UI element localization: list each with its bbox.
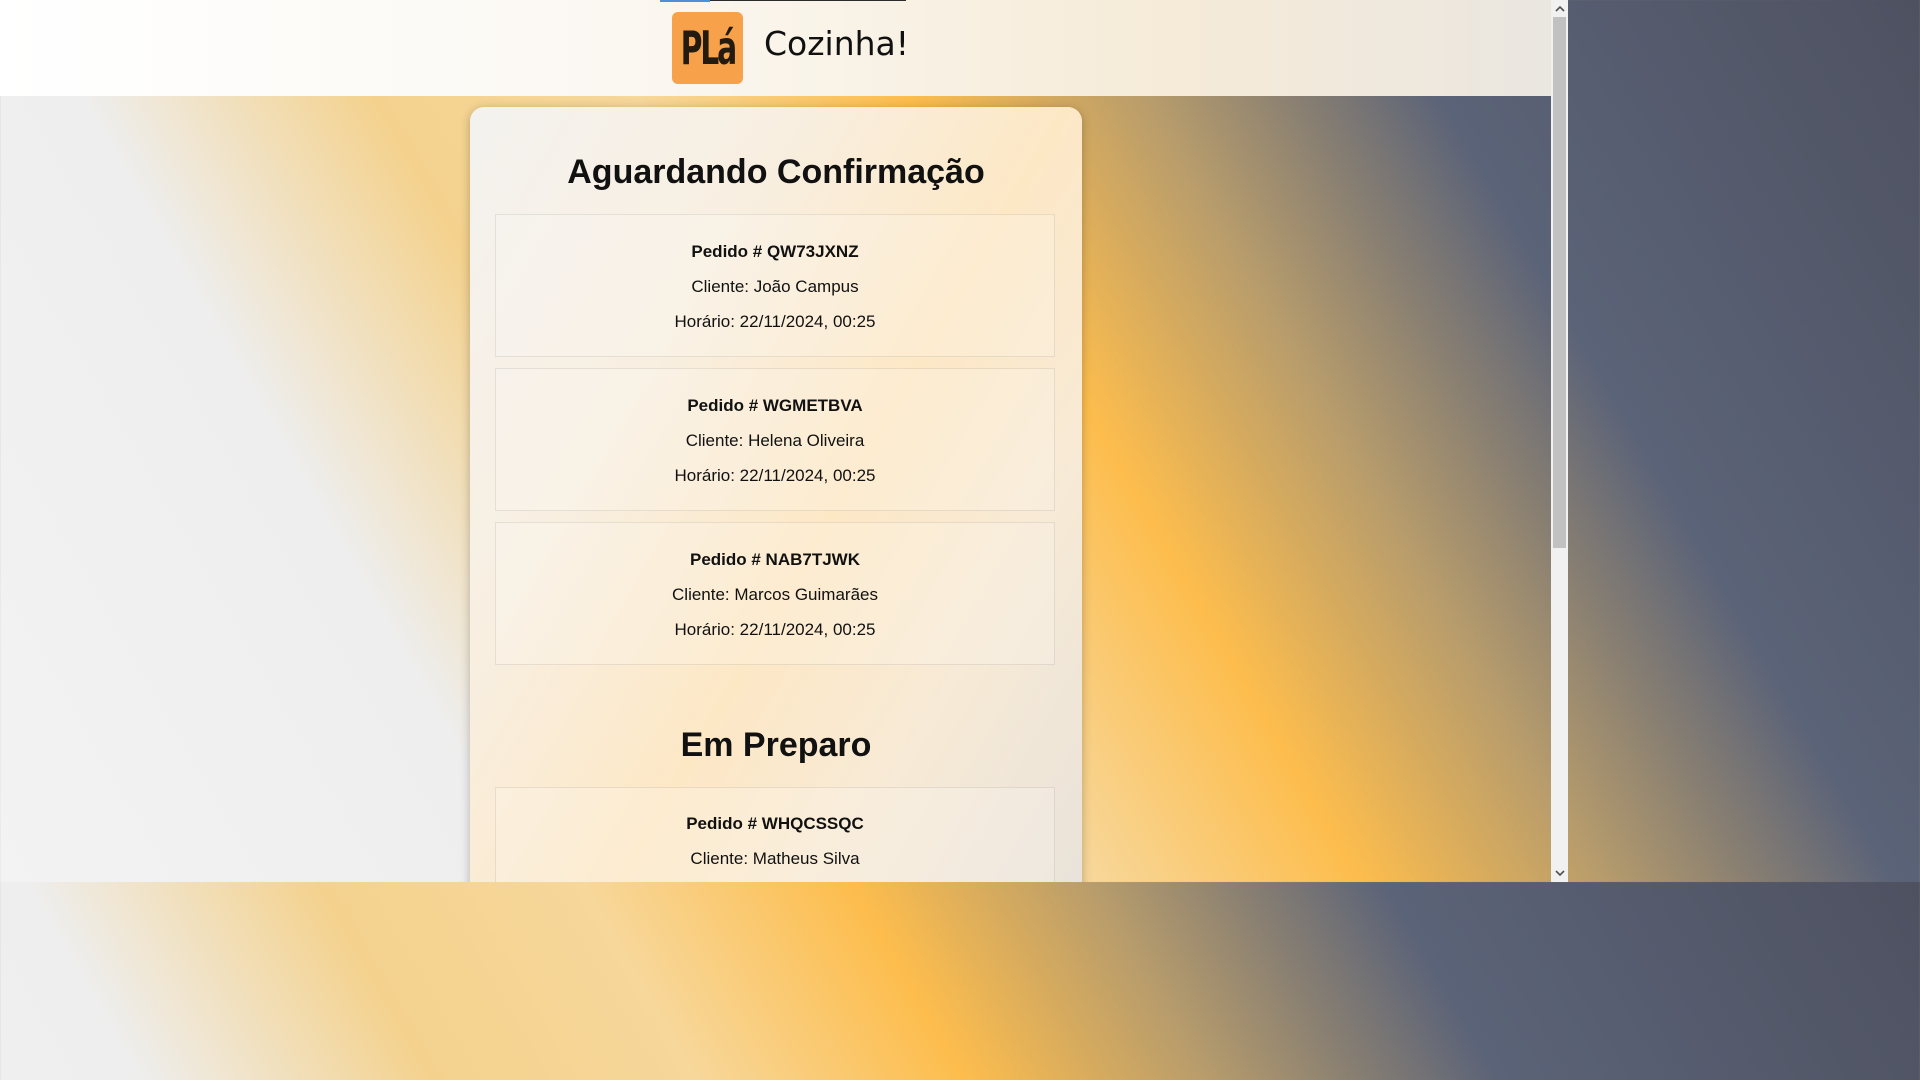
order-id: Pedido # WGMETBVA (687, 396, 863, 415)
order-card[interactable]: Pedido # WGMETBVA Cliente: Helena Olivei… (495, 368, 1055, 511)
order-client: Cliente: João Campus (691, 277, 859, 296)
order-client: Cliente: Marcos Guimarães (672, 585, 878, 604)
order-time: Horário: 22/11/2024, 00:25 (674, 466, 876, 485)
order-card[interactable]: Pedido # WHQCSSQC Cliente: Matheus Silva (495, 787, 1055, 882)
section-title-preparing: Em Preparo (680, 726, 872, 764)
orders-panel: Aguardando Confirmação Pedido # QW73JXNZ… (470, 107, 1082, 882)
order-client: Cliente: Helena Oliveira (685, 431, 865, 450)
vertical-scrollbar[interactable] (1551, 0, 1568, 882)
brand-title: Cozinha! (764, 24, 910, 63)
logo[interactable]: PLá (672, 12, 743, 84)
kitchen-page: PLá Cozinha! Aguardando Confirmação Pedi… (0, 0, 1551, 882)
order-id: Pedido # WHQCSSQC (686, 814, 864, 833)
top-header: PLá Cozinha! (0, 0, 1551, 96)
order-time: Horário: 22/11/2024, 00:25 (674, 620, 876, 639)
order-card[interactable]: Pedido # NAB7TJWK Cliente: Marcos Guimar… (495, 522, 1055, 665)
order-time: Horário: 22/11/2024, 00:25 (674, 312, 876, 331)
chevron-down-icon[interactable] (1551, 865, 1568, 882)
section-title-awaiting: Aguardando Confirmação (567, 153, 985, 191)
order-id: Pedido # QW73JXNZ (691, 242, 859, 261)
order-client: Cliente: Matheus Silva (690, 849, 860, 868)
scrollbar-thumb[interactable] (1553, 17, 1566, 548)
header-top-accent (660, 0, 710, 2)
order-id: Pedido # NAB7TJWK (689, 550, 861, 569)
logo-text: PLá (680, 21, 737, 75)
order-card[interactable]: Pedido # QW73JXNZ Cliente: João Campus H… (495, 214, 1055, 357)
chevron-up-icon[interactable] (1551, 0, 1568, 17)
